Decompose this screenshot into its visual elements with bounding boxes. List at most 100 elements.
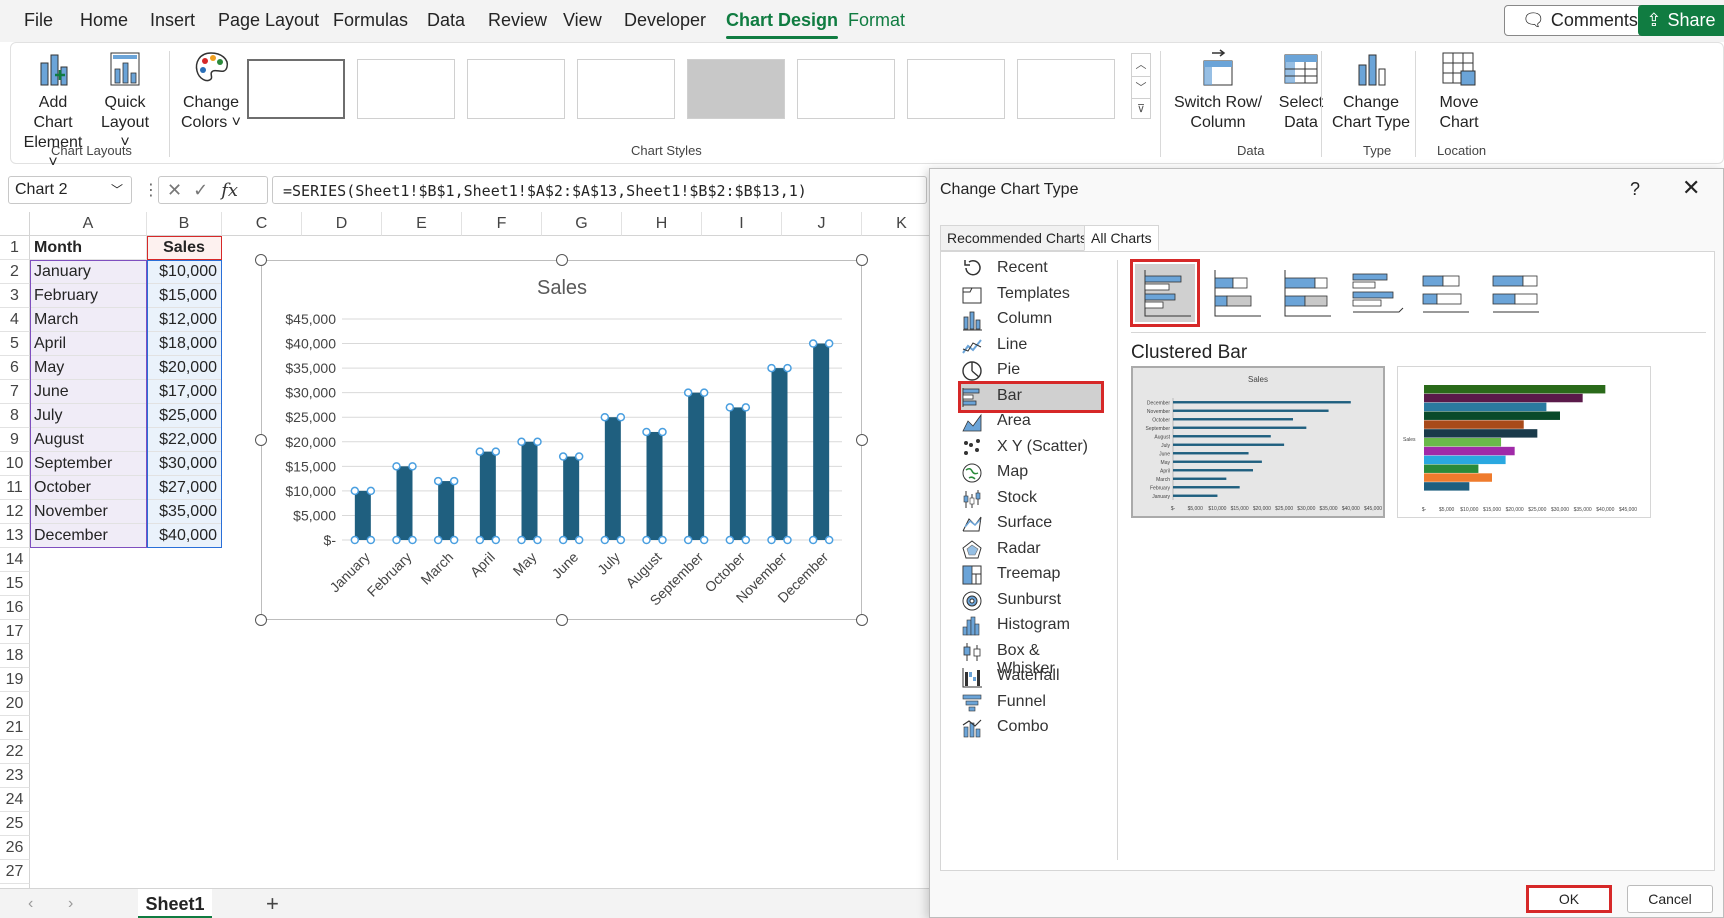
chart-style-4[interactable]: [577, 59, 675, 119]
sheet-tab-sheet1[interactable]: Sheet1: [138, 889, 212, 918]
bar-april[interactable]: [479, 451, 496, 540]
chart-type-column[interactable]: Column: [961, 307, 1101, 333]
column-header-h[interactable]: H: [622, 212, 702, 236]
bar-may[interactable]: [521, 441, 538, 540]
column-header-d[interactable]: D: [302, 212, 382, 236]
chart-style-3[interactable]: [467, 59, 565, 119]
chart-type-recent[interactable]: Recent: [961, 256, 1101, 282]
switch-row-column-button[interactable]: Switch Row/ Column: [1169, 49, 1267, 133]
chart-type-map[interactable]: Map: [961, 460, 1101, 486]
bar-august[interactable]: [646, 431, 663, 540]
cell-month[interactable]: June: [30, 380, 147, 404]
cell-a1[interactable]: Month: [30, 236, 147, 260]
resize-handle[interactable]: [556, 614, 568, 626]
cell-month[interactable]: May: [30, 356, 147, 380]
bar-september[interactable]: [688, 392, 705, 540]
menu-home[interactable]: Home: [80, 10, 128, 31]
resize-handle[interactable]: [856, 614, 868, 626]
cancel-entry-icon[interactable]: ✕: [167, 180, 182, 200]
row-header[interactable]: 18: [0, 644, 30, 668]
menu-developer[interactable]: Developer: [624, 10, 706, 31]
chart-style-6[interactable]: [797, 59, 895, 119]
stacked-bar-subtype-icon[interactable]: [1205, 264, 1265, 322]
chart-type-treemap[interactable]: Treemap: [961, 562, 1101, 588]
chart-type-x-y-scatter[interactable]: X Y (Scatter): [961, 435, 1101, 461]
resize-handle[interactable]: [255, 254, 267, 266]
quick-layout-button[interactable]: Quick Layout ˅: [95, 49, 155, 153]
cell-month[interactable]: August: [30, 428, 147, 452]
chart-style-1[interactable]: [247, 59, 345, 119]
chart-type-funnel[interactable]: Funnel: [961, 690, 1101, 716]
menu-view[interactable]: View: [563, 10, 602, 31]
cell-sales[interactable]: $30,000: [147, 452, 222, 476]
change-chart-type-button[interactable]: Change Chart Type: [1331, 49, 1411, 133]
row-header[interactable]: 25: [0, 812, 30, 836]
row-header[interactable]: 4: [0, 308, 30, 332]
bar-march[interactable]: [438, 481, 455, 540]
row-header[interactable]: 12: [0, 500, 30, 524]
menu-review[interactable]: Review: [488, 10, 547, 31]
menu-format[interactable]: Format: [848, 10, 905, 31]
row-header[interactable]: 17: [0, 620, 30, 644]
column-header-f[interactable]: F: [462, 212, 542, 236]
cell-sales[interactable]: $15,000: [147, 284, 222, 308]
scroll-down-icon[interactable]: ﹀: [1132, 76, 1150, 98]
bar-october[interactable]: [729, 407, 746, 540]
cell-month[interactable]: December: [30, 524, 147, 548]
preview-clustered-bar-by-series[interactable]: Sales $- $5,000 $10,000 $15,000 $20,000 $25,00…: [1397, 366, 1651, 518]
preview-clustered-bar[interactable]: Sales January February March April May June Jul…: [1131, 366, 1385, 518]
menu-data[interactable]: Data: [427, 10, 465, 31]
resize-handle[interactable]: [255, 614, 267, 626]
row-header[interactable]: 21: [0, 716, 30, 740]
bar-june[interactable]: [563, 456, 580, 540]
cell-sales[interactable]: $18,000: [147, 332, 222, 356]
confirm-entry-icon[interactable]: ✓: [193, 180, 208, 200]
chart-type-waterfall[interactable]: Waterfall: [961, 664, 1101, 690]
insert-function-icon[interactable]: fx: [221, 180, 238, 201]
cell-month[interactable]: February: [30, 284, 147, 308]
cell-month[interactable]: March: [30, 308, 147, 332]
cell-month[interactable]: November: [30, 500, 147, 524]
bar-february[interactable]: [396, 466, 413, 540]
column-header-k[interactable]: K: [862, 212, 930, 236]
3d-stacked-bar-subtype-icon[interactable]: [1415, 264, 1475, 322]
resize-handle[interactable]: [856, 254, 868, 266]
ok-button[interactable]: OK: [1526, 885, 1612, 913]
cell-month[interactable]: July: [30, 404, 147, 428]
cell-sales[interactable]: $10,000: [147, 260, 222, 284]
cell-sales[interactable]: $27,000: [147, 476, 222, 500]
row-header[interactable]: 3: [0, 284, 30, 308]
chart-type-histogram[interactable]: Histogram: [961, 613, 1101, 639]
scroll-up-icon[interactable]: ︿: [1132, 54, 1150, 76]
chart-type-surface[interactable]: Surface: [961, 511, 1101, 537]
cancel-button[interactable]: Cancel: [1627, 885, 1713, 913]
cell-sales[interactable]: $40,000: [147, 524, 222, 548]
column-header-g[interactable]: G: [542, 212, 622, 236]
3d-100-stacked-bar-subtype-icon[interactable]: [1485, 264, 1545, 322]
chart-style-2[interactable]: [357, 59, 455, 119]
3d-clustered-bar-subtype-icon[interactable]: [1345, 264, 1405, 322]
chevron-left-icon[interactable]: ‹: [28, 895, 33, 913]
chevron-right-icon[interactable]: ›: [68, 895, 73, 913]
bar-july[interactable]: [604, 417, 621, 540]
row-header[interactable]: 20: [0, 692, 30, 716]
row-header[interactable]: 23: [0, 764, 30, 788]
close-icon[interactable]: ✕: [1682, 175, 1700, 201]
row-header[interactable]: 27: [0, 860, 30, 884]
row-header[interactable]: 7: [0, 380, 30, 404]
menu-page-layout[interactable]: Page Layout: [218, 10, 319, 31]
chart-type-area[interactable]: Area: [961, 409, 1101, 435]
chart-type-bar[interactable]: Bar: [958, 380, 1104, 413]
cell-sales[interactable]: $20,000: [147, 356, 222, 380]
cell-sales[interactable]: $22,000: [147, 428, 222, 452]
change-colors-button[interactable]: Change Colors ˅: [179, 49, 243, 133]
chart-style-8[interactable]: [1017, 59, 1115, 119]
row-header[interactable]: 5: [0, 332, 30, 356]
row-header[interactable]: 16: [0, 596, 30, 620]
cell-sales[interactable]: $35,000: [147, 500, 222, 524]
cell-sales[interactable]: $25,000: [147, 404, 222, 428]
row-header[interactable]: 6: [0, 356, 30, 380]
name-box[interactable]: Chart 2 ﹀: [8, 176, 132, 204]
cell-month[interactable]: April: [30, 332, 147, 356]
clustered-bar-subtype-icon[interactable]: [1130, 259, 1200, 327]
